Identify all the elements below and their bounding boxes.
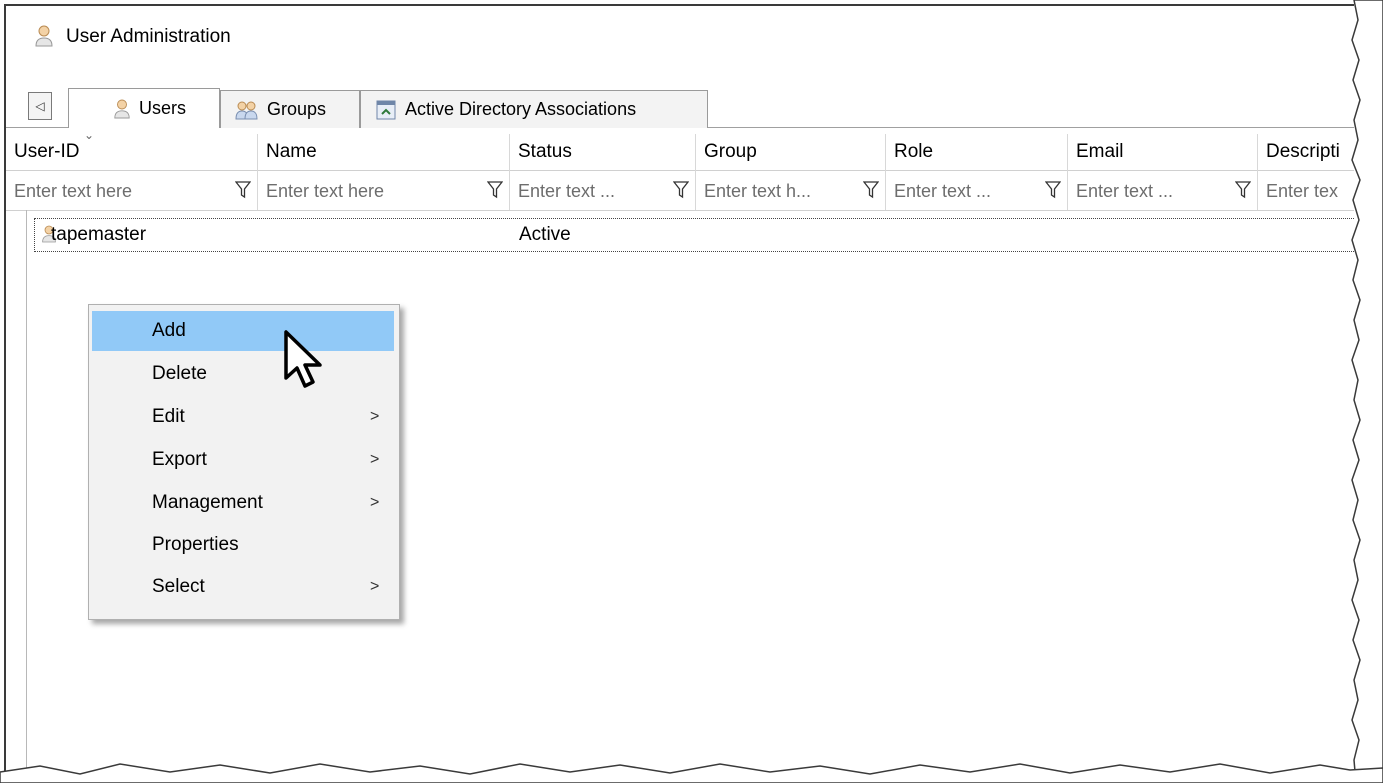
user-icon — [113, 98, 131, 120]
ad-association-icon — [375, 99, 397, 121]
cell-status: Active — [519, 224, 571, 245]
filter-input-description[interactable] — [1264, 177, 1354, 205]
filter-icon[interactable] — [233, 179, 253, 201]
menu-item-edit[interactable]: Edit > — [92, 397, 394, 437]
filter-input-email[interactable] — [1074, 177, 1228, 205]
submenu-arrow-icon: > — [370, 451, 380, 468]
filter-cell-status — [510, 170, 696, 210]
grid-header: User-ID ⌄ Name Status Group Role Email D… — [6, 128, 1354, 171]
tab-groups-label: Groups — [267, 99, 327, 119]
filter-input-name[interactable] — [264, 177, 478, 205]
torn-edge-right — [1351, 0, 1383, 783]
column-label: Name — [266, 141, 317, 162]
menu-item-label: Select — [152, 576, 205, 597]
menu-item-label: Management — [152, 492, 263, 513]
filter-cell-name — [258, 170, 510, 210]
menu-item-label: Properties — [152, 534, 239, 555]
user-administration-window: User Administration ◁ Users Groups Activ… — [4, 4, 1354, 771]
column-label: Descripti — [1266, 141, 1340, 162]
column-header-user-id[interactable]: User-ID ⌄ — [6, 128, 258, 170]
submenu-arrow-icon: > — [370, 578, 380, 595]
cell-user-id: tapemaster — [51, 224, 147, 245]
tab-active-directory-associations[interactable]: Active Directory Associations — [360, 90, 708, 128]
filter-input-group[interactable] — [702, 177, 856, 205]
menu-item-label: Add — [152, 320, 186, 341]
tab-users-label: Users — [139, 98, 187, 118]
tab-bar: ◁ Users Groups Active Directory Associat… — [6, 84, 1354, 130]
filter-input-role[interactable] — [892, 177, 1038, 205]
menu-item-label: Delete — [152, 363, 207, 384]
groups-icon — [235, 100, 259, 120]
column-header-email[interactable]: Email — [1068, 134, 1258, 170]
menu-item-delete[interactable]: Delete — [92, 354, 394, 394]
filter-row — [6, 170, 1354, 211]
filter-cell-user-id — [6, 170, 258, 210]
filter-input-status[interactable] — [516, 177, 666, 205]
column-header-name[interactable]: Name — [258, 134, 510, 170]
menu-item-management[interactable]: Management > — [92, 483, 394, 523]
filter-icon[interactable] — [861, 179, 881, 201]
column-header-group[interactable]: Group — [696, 134, 886, 170]
column-header-status[interactable]: Status — [510, 134, 696, 170]
tab-scroll-left-button[interactable]: ◁ — [28, 92, 52, 120]
menu-item-select[interactable]: Select > — [92, 567, 394, 607]
menu-item-label: Edit — [152, 406, 185, 427]
column-label: Role — [894, 141, 934, 162]
grid-left-border — [26, 210, 27, 771]
submenu-arrow-icon: > — [370, 408, 380, 425]
filter-cell-role — [886, 170, 1068, 210]
menu-item-properties[interactable]: Properties — [92, 525, 394, 565]
title-bar: User Administration — [6, 6, 1354, 68]
table-row[interactable]: tapemaster Active — [34, 218, 1354, 252]
menu-item-label: Export — [152, 449, 207, 470]
tab-ad-label: Active Directory Associations — [405, 99, 637, 119]
filter-icon[interactable] — [1233, 179, 1253, 201]
tab-users[interactable]: Users — [68, 88, 220, 128]
column-label: Status — [518, 141, 572, 162]
sort-descending-icon: ⌄ — [84, 128, 95, 142]
column-header-description[interactable]: Descripti — [1258, 134, 1354, 170]
filter-icon[interactable] — [1043, 179, 1063, 201]
mouse-cursor-icon — [280, 326, 340, 396]
filter-cell-description — [1258, 170, 1354, 210]
tab-groups[interactable]: Groups — [220, 90, 360, 128]
filter-input-user-id[interactable] — [12, 177, 226, 205]
torn-edge-bottom — [0, 763, 1383, 783]
column-label: Email — [1076, 141, 1124, 162]
window-title: User Administration — [66, 26, 231, 47]
column-header-role[interactable]: Role — [886, 134, 1068, 170]
column-label: Group — [704, 141, 757, 162]
filter-cell-group — [696, 170, 886, 210]
menu-item-add[interactable]: Add — [92, 311, 394, 351]
context-menu: Add Delete Edit > Export > Management > … — [88, 304, 400, 620]
filter-cell-email — [1068, 170, 1258, 210]
user-icon — [34, 24, 54, 48]
submenu-arrow-icon: > — [370, 494, 380, 511]
filter-icon[interactable] — [671, 179, 691, 201]
filter-icon[interactable] — [485, 179, 505, 201]
menu-item-export[interactable]: Export > — [92, 440, 394, 480]
column-label: User-ID — [14, 141, 80, 162]
